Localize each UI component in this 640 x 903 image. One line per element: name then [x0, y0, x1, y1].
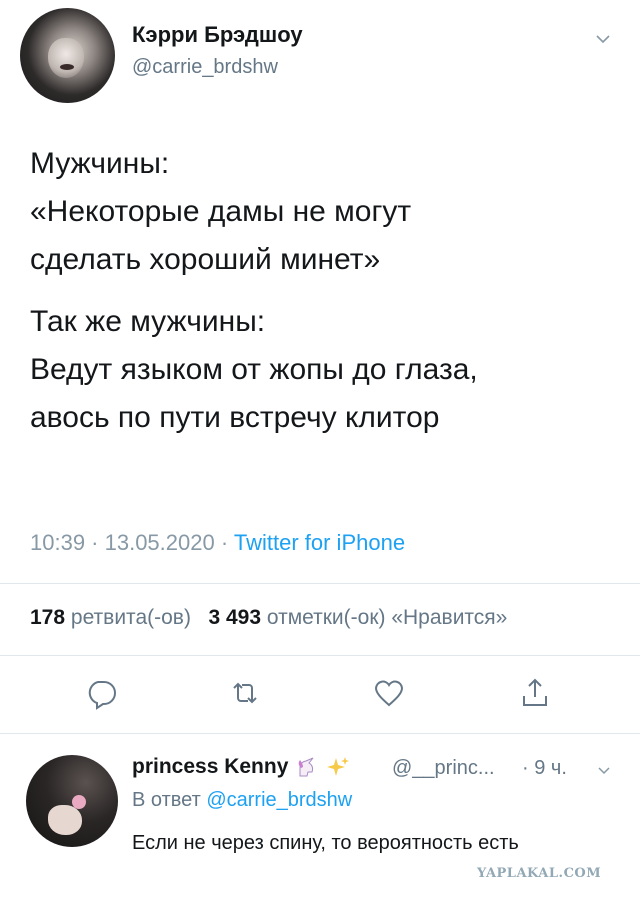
tweet-action-bar: [0, 676, 640, 716]
like-icon[interactable]: [372, 676, 406, 710]
reply-author-name[interactable]: princess Kenny: [132, 755, 350, 779]
reply-avatar[interactable]: [26, 755, 118, 847]
retweet-icon[interactable]: [228, 676, 262, 710]
tweet-stats: 178 ретвита(-ов) 3 493 отметки(-ок) «Нра…: [30, 606, 507, 630]
author-avatar[interactable]: [20, 8, 115, 103]
avatar-lips: [60, 64, 74, 70]
tweet-line: сделать хороший минет»: [30, 243, 381, 276]
divider: [0, 733, 640, 734]
tweet-source-link[interactable]: Twitter for iPhone: [234, 530, 405, 555]
watermark: YAPLAKAL.COM: [477, 866, 602, 881]
reply-time: · 9 ч.: [522, 757, 567, 779]
reply-text: Если не через спину, то вероятность есть: [132, 832, 519, 854]
author-handle[interactable]: @carrie_brdshw: [132, 56, 278, 79]
chevron-down-icon[interactable]: [596, 763, 612, 779]
retweets-label: ретвита(-ов): [70, 606, 191, 629]
unicorn-emoji-icon: [298, 757, 314, 777]
avatar-lollipop: [72, 795, 86, 809]
tweet-line: «Некоторые дамы не могут: [30, 195, 412, 228]
author-name[interactable]: Кэрри Брэдшоу: [132, 22, 303, 48]
tweet-line: Ведут языком от жопы до глаза,: [30, 353, 478, 386]
tweet-text: Мужчины: «Некоторые дамы не могут сделат…: [30, 140, 620, 442]
likes-count[interactable]: 3 493: [208, 606, 261, 629]
tweet-line: авось по пути встречу клитор: [30, 401, 440, 434]
replying-to: В ответ @carrie_brdshw: [132, 789, 352, 812]
tweet-paragraph-2: Так же мужчины: Ведут языком от жопы до …: [30, 298, 620, 442]
tweet-paragraph-1: Мужчины: «Некоторые дамы не могут сделат…: [30, 140, 620, 284]
chevron-down-icon[interactable]: [594, 30, 612, 48]
reply-prefix: В ответ: [132, 789, 207, 811]
divider: [0, 583, 640, 584]
reply-icon[interactable]: [84, 676, 118, 710]
tweet-line: Мужчины:: [30, 147, 170, 180]
tweet-line: Так же мужчины:: [30, 305, 266, 338]
avatar-face: [48, 38, 84, 78]
reply-author-name-text: princess Kenny: [132, 755, 289, 778]
sparkles-emoji-icon: [327, 757, 350, 777]
avatar-hand: [48, 805, 82, 835]
reply-mention-link[interactable]: @carrie_brdshw: [206, 789, 352, 811]
reply-author-handle[interactable]: @__princ...: [392, 757, 495, 780]
tweet-meta: 10:39 · 13.05.2020 · Twitter for iPhone: [30, 530, 405, 556]
tweet-timestamp: 10:39 · 13.05.2020 ·: [30, 530, 234, 555]
likes-label: отметки(-ок) «Нравится»: [266, 606, 508, 629]
divider: [0, 655, 640, 656]
share-icon[interactable]: [518, 676, 552, 710]
retweets-count[interactable]: 178: [30, 606, 65, 629]
